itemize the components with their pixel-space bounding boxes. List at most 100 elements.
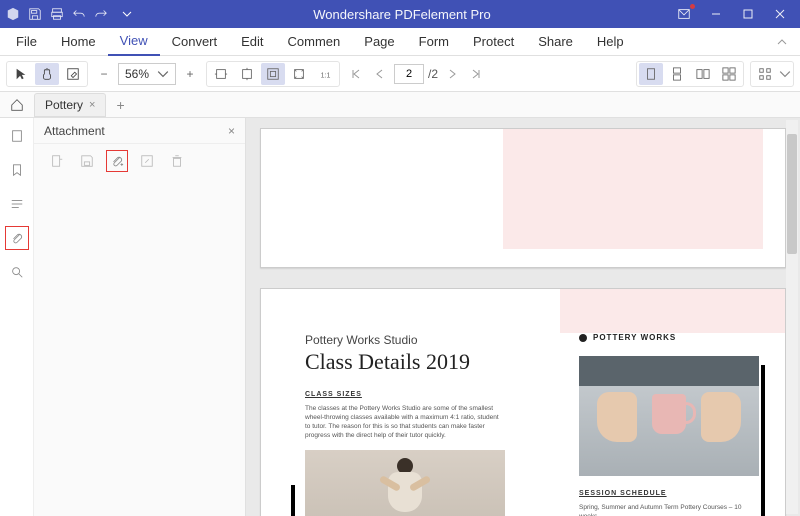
edit-tool-icon[interactable] — [61, 63, 85, 85]
menu-convert[interactable]: Convert — [160, 28, 230, 56]
bookmarks-rail-icon[interactable] — [5, 158, 29, 182]
fit-page-icon[interactable] — [261, 63, 285, 85]
quick-access-toolbar — [4, 5, 136, 23]
menu-comment[interactable]: Commen — [276, 28, 353, 56]
edit-attachment-icon[interactable] — [136, 150, 158, 172]
thumbnails-rail-icon[interactable] — [5, 124, 29, 148]
document-tab-bar: Pottery × + — [0, 92, 800, 118]
decorative-block — [560, 289, 785, 333]
scrollbar[interactable] — [786, 120, 798, 514]
save-icon[interactable] — [26, 5, 44, 23]
menu-page[interactable]: Page — [352, 28, 406, 56]
delete-attachment-icon[interactable] — [166, 150, 188, 172]
section-label: CLASS SIZES — [305, 391, 505, 398]
panel-tools — [34, 144, 245, 178]
brand-text: POTTERY WORKS — [593, 333, 676, 342]
notification-mail-icon[interactable] — [668, 0, 700, 28]
doc-title: Class Details 2019 — [305, 349, 505, 375]
decorative-bar — [291, 485, 295, 516]
chevron-down-icon[interactable] — [779, 68, 791, 80]
menu-home[interactable]: Home — [49, 28, 108, 56]
doc-image-pottery-wheel — [305, 450, 505, 516]
last-page-icon[interactable] — [466, 64, 486, 84]
thumbnail-view-icon[interactable] — [753, 63, 777, 85]
doc-subtitle: Pottery Works Studio — [305, 333, 505, 347]
decorative-bar — [761, 365, 765, 516]
menu-share[interactable]: Share — [526, 28, 585, 56]
window-controls — [668, 0, 796, 28]
zoom-in-button[interactable]: + — [180, 64, 200, 84]
decorative-block — [503, 129, 763, 249]
brand-mark: POTTERY WORKS — [579, 333, 759, 342]
thumbnail-group — [750, 61, 794, 87]
brand-dot-icon — [579, 334, 587, 342]
close-panel-icon[interactable]: × — [228, 124, 235, 138]
close-button[interactable] — [764, 0, 796, 28]
print-icon[interactable] — [48, 5, 66, 23]
hand-tool-icon[interactable] — [35, 63, 59, 85]
maximize-button[interactable] — [732, 0, 764, 28]
menu-edit[interactable]: Edit — [229, 28, 275, 56]
doc-image-hands-mug — [579, 356, 759, 476]
collapse-ribbon-icon[interactable] — [768, 36, 796, 48]
title-bar: Wondershare PDFelement Pro — [0, 0, 800, 28]
fit-group: 1:1 — [206, 61, 340, 87]
minimize-button[interactable] — [700, 0, 732, 28]
panel-header: Attachment × — [34, 118, 245, 144]
left-column: Pottery Works Studio Class Details 2019 … — [305, 333, 505, 516]
zoom-value: 56% — [125, 67, 149, 81]
menu-protect[interactable]: Protect — [461, 28, 526, 56]
app-title: Wondershare PDFelement Pro — [136, 7, 668, 22]
chevron-down-icon — [157, 68, 169, 80]
page-nav-group: /2 — [346, 64, 486, 84]
select-tool-icon[interactable] — [9, 63, 33, 85]
fit-width-icon[interactable] — [209, 63, 233, 85]
zoom-select[interactable]: 56% — [118, 63, 176, 85]
body-area: Attachment × Pottery Works Studio Class … — [0, 118, 800, 516]
page-total: /2 — [428, 67, 438, 81]
panel-title: Attachment — [44, 124, 105, 138]
tab-label: Pottery — [45, 98, 83, 112]
page-input[interactable] — [394, 64, 424, 84]
side-rail — [0, 118, 34, 516]
open-attachment-icon[interactable] — [46, 150, 68, 172]
menu-file[interactable]: File — [4, 28, 49, 56]
page-1 — [260, 128, 786, 268]
menu-help[interactable]: Help — [585, 28, 636, 56]
continuous-icon[interactable] — [665, 63, 689, 85]
redo-icon[interactable] — [92, 5, 110, 23]
selection-tools-group — [6, 61, 88, 87]
document-view[interactable]: Pottery Works Studio Class Details 2019 … — [246, 118, 800, 516]
home-tab-icon[interactable] — [0, 98, 34, 112]
document-tab[interactable]: Pottery × — [34, 93, 106, 117]
facing-icon[interactable] — [691, 63, 715, 85]
first-page-icon[interactable] — [346, 64, 366, 84]
next-page-icon[interactable] — [442, 64, 462, 84]
facing-continuous-icon[interactable] — [717, 63, 741, 85]
quick-access-dropdown-icon[interactable] — [118, 5, 136, 23]
attachment-rail-icon[interactable] — [5, 226, 29, 250]
fit-height-icon[interactable] — [235, 63, 259, 85]
zoom-group: − 56% + — [94, 63, 200, 85]
undo-icon[interactable] — [70, 5, 88, 23]
attachment-panel: Attachment × — [34, 118, 246, 516]
body-text: The classes at the Pottery Works Studio … — [305, 404, 505, 440]
annotation-rail-icon[interactable] — [5, 192, 29, 216]
add-attachment-icon[interactable] — [106, 150, 128, 172]
close-tab-icon[interactable]: × — [89, 99, 95, 111]
search-rail-icon[interactable] — [5, 260, 29, 284]
body-text: Spring, Summer and Autumn Term Pottery C… — [579, 503, 759, 516]
menu-view[interactable]: View — [108, 28, 160, 56]
prev-page-icon[interactable] — [370, 64, 390, 84]
view-toolbar: − 56% + 1:1 /2 — [0, 56, 800, 92]
app-logo-icon — [4, 5, 22, 23]
actual-size-icon[interactable] — [287, 63, 311, 85]
new-tab-button[interactable]: + — [106, 97, 134, 113]
menu-form[interactable]: Form — [407, 28, 461, 56]
one-to-one-icon[interactable]: 1:1 — [313, 63, 337, 85]
zoom-out-button[interactable]: − — [94, 64, 114, 84]
single-page-icon[interactable] — [639, 63, 663, 85]
scroll-thumb[interactable] — [787, 134, 797, 254]
page-2: Pottery Works Studio Class Details 2019 … — [260, 288, 786, 516]
save-attachment-icon[interactable] — [76, 150, 98, 172]
